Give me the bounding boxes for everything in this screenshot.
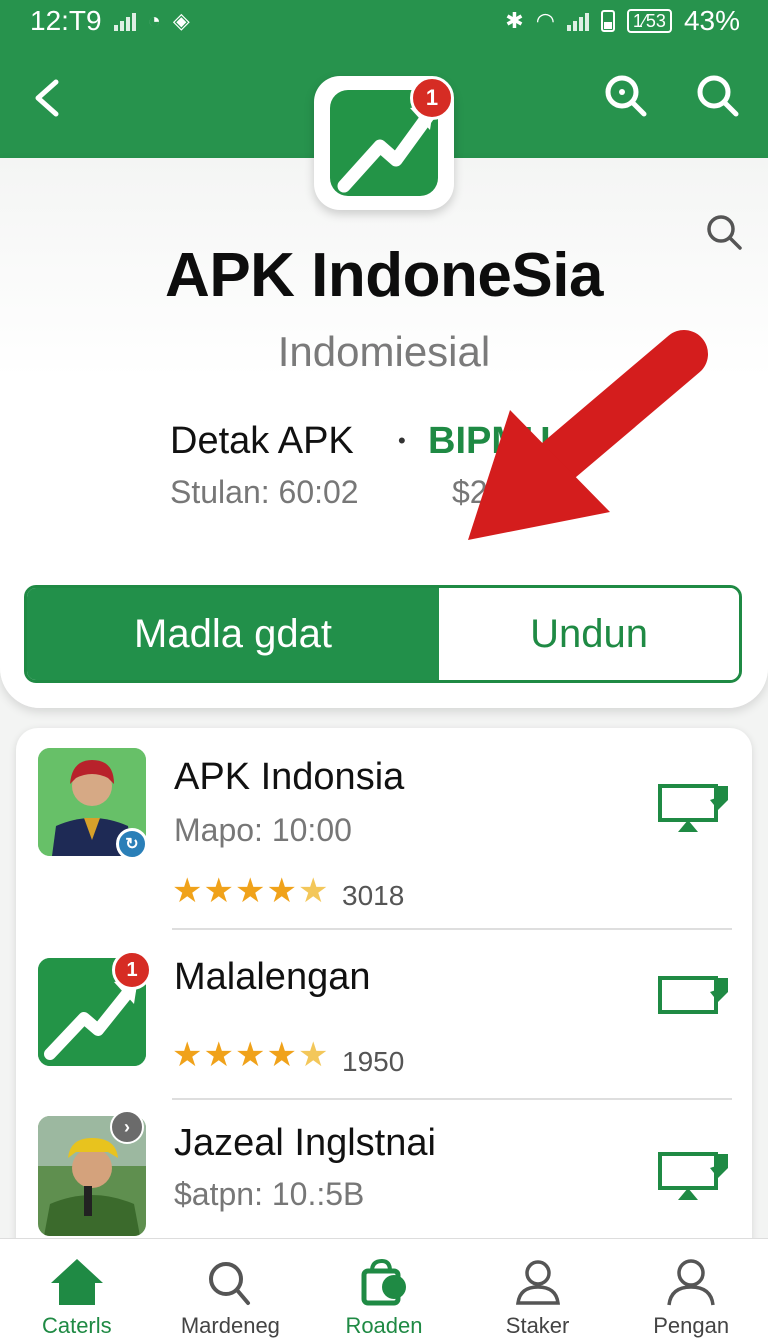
nav-label: Mardeneg xyxy=(180,1313,280,1338)
item-meta: $atpn: 10.:5B xyxy=(174,1176,365,1212)
search-icon[interactable] xyxy=(694,72,742,120)
status-time: 12:T9 xyxy=(30,5,102,36)
primary-action-button[interactable]: Madla gdat xyxy=(27,588,439,680)
sync-badge-icon: ↻ xyxy=(116,828,148,860)
install-to-device-icon[interactable] xyxy=(656,778,732,834)
sync-icon: ◔ xyxy=(147,8,161,33)
app-logo: 1 xyxy=(314,76,454,210)
pointer-arrow-icon xyxy=(468,330,708,540)
detail-label: Detak APK xyxy=(170,420,354,462)
notification-badge: 1 xyxy=(410,76,454,120)
action-buttons: Madla gdat Undun xyxy=(24,585,742,683)
stat-left: Stulan: 60:02 xyxy=(170,474,359,510)
download-count: 3018 xyxy=(342,880,405,911)
rating-stars: ★ ★ ★ ★ ★ xyxy=(172,872,329,910)
nav-label: Roaden xyxy=(345,1313,423,1338)
item-title: Jazeal Inglstnai xyxy=(174,1122,436,1164)
app-title: APK IndoneSia xyxy=(165,241,603,310)
person-icon xyxy=(515,1260,560,1305)
item-title: Malalengan xyxy=(174,956,371,998)
chevron-right-icon: › xyxy=(110,1110,144,1144)
rating-stars: ★ ★ ★ ★ ★ xyxy=(172,1036,329,1074)
bottom-navigation: Caterls Mardeneg Roaden Staker Pengan xyxy=(0,1238,768,1344)
download-button[interactable]: Undun xyxy=(439,588,739,680)
notification-badge: 1 xyxy=(112,950,152,990)
status-right: ✱ ◠ 1⁄53 43% xyxy=(505,5,740,37)
nav-home[interactable]: Caterls xyxy=(0,1239,154,1344)
status-bar: 12:T9 ◔ ◈ ✱ ◠ 1⁄53 43% xyxy=(0,0,768,42)
install-to-device-icon[interactable] xyxy=(656,1146,732,1202)
download-count: 1950 xyxy=(342,1046,405,1077)
back-arrow-icon[interactable] xyxy=(28,76,68,120)
search-icon[interactable] xyxy=(602,72,650,120)
separator-dot: • xyxy=(398,428,406,453)
bluetooth-icon: ✱ xyxy=(505,8,524,33)
item-title: APK Indonsia xyxy=(174,756,405,798)
nav-label: Caterls xyxy=(41,1313,112,1338)
cell-signal-icon xyxy=(113,11,136,31)
install-to-device-icon[interactable] xyxy=(656,970,732,1026)
status-left: 12:T9 ◔ ◈ xyxy=(30,5,190,37)
nav-label: Pengan xyxy=(653,1313,730,1338)
list-item[interactable]: ↻ APK Indonsia Mapo: 10:00 ★ ★ ★ ★ ★ 3018 xyxy=(16,728,752,930)
profile-icon xyxy=(667,1259,715,1306)
nav-label: Staker xyxy=(505,1313,570,1338)
nav-search[interactable]: Mardeneg xyxy=(154,1239,308,1344)
nav-profile[interactable]: Pengan xyxy=(614,1239,768,1344)
search-icon xyxy=(209,1262,251,1305)
battery-percent: 43% xyxy=(683,5,740,36)
battery-icon xyxy=(600,10,615,32)
list-item[interactable]: › Jazeal Inglstnai $atpn: 10.:5B xyxy=(16,1100,752,1260)
nav-store[interactable]: Roaden xyxy=(307,1239,461,1344)
battery-box: 1⁄53 xyxy=(626,9,672,33)
home-icon xyxy=(50,1259,103,1305)
item-meta: Mapo: 10:00 xyxy=(174,812,352,848)
store-icon xyxy=(361,1258,406,1306)
shield-icon: ◈ xyxy=(172,8,190,33)
signal-strength-icon xyxy=(566,11,589,31)
wifi-icon: ◠ xyxy=(535,8,555,33)
list-item[interactable]: 1 Malalengan ★ ★ ★ ★ ★ 1950 xyxy=(16,930,752,1100)
nav-staker[interactable]: Staker xyxy=(461,1239,615,1344)
